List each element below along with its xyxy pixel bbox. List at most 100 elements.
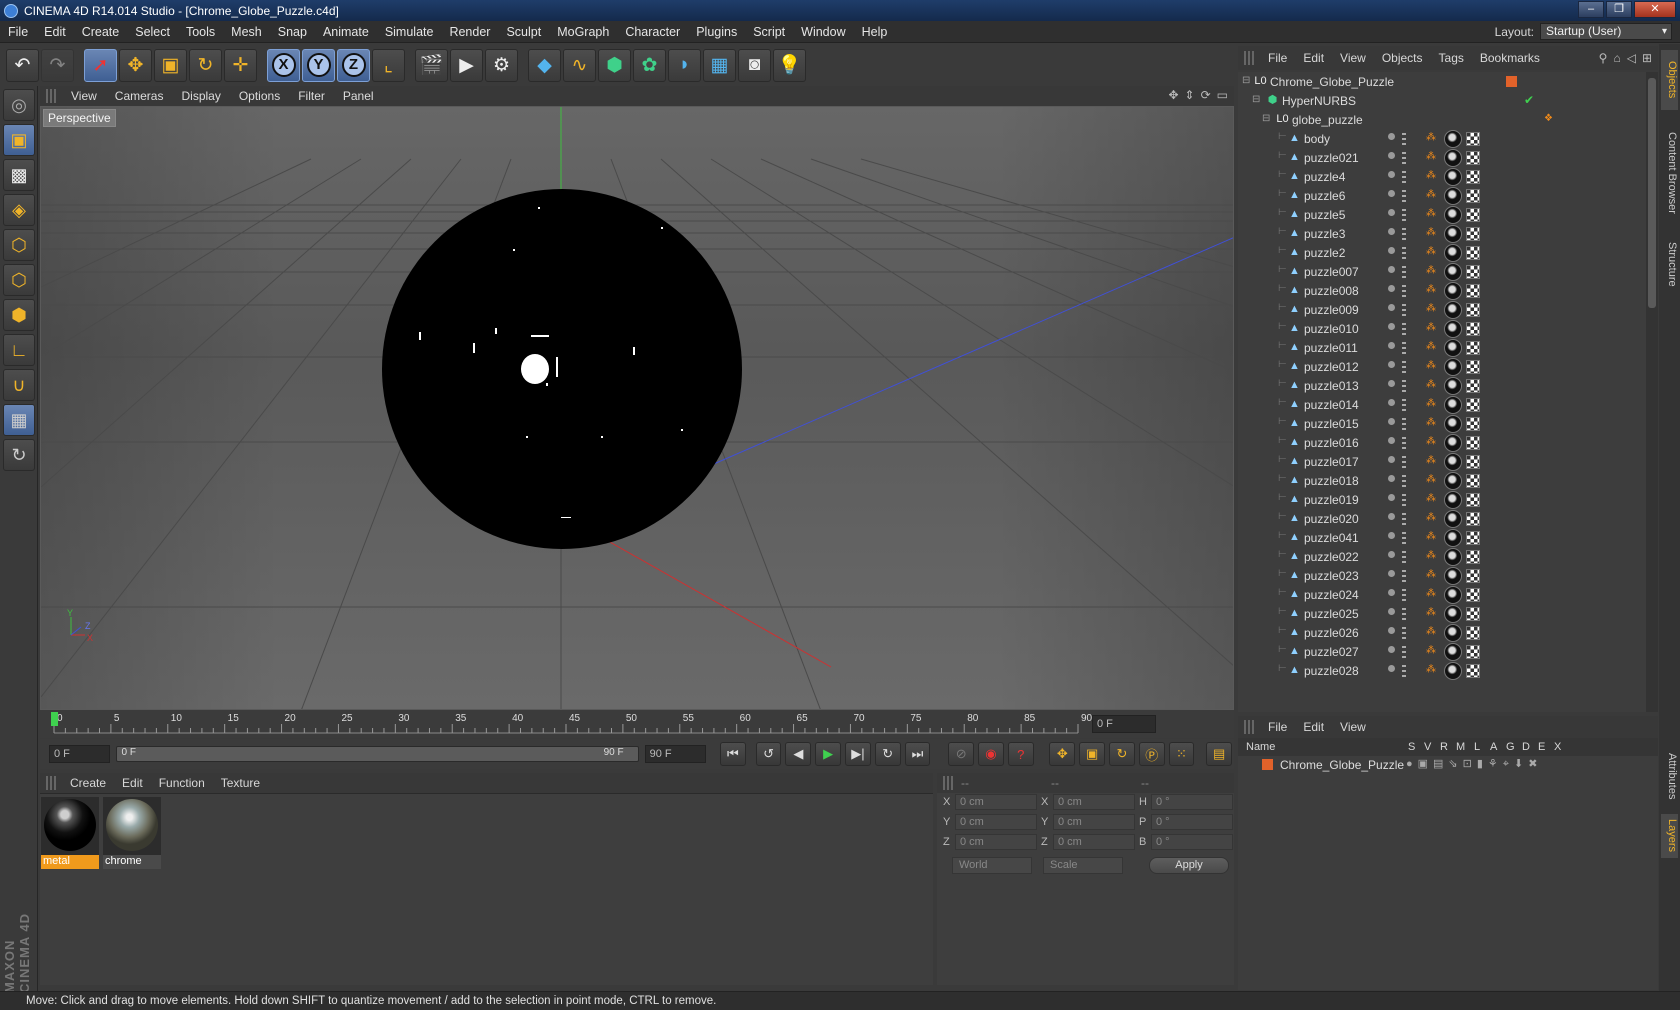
object-row[interactable]: ⊢ ▲ puzzle022 ⁂ [1238, 547, 1646, 567]
close-button[interactable]: ✕ [1634, 1, 1676, 18]
autokey-icon[interactable]: ◉ [978, 742, 1004, 766]
render-view-icon[interactable]: 🎬 [415, 48, 448, 82]
texture-tag-icon[interactable] [1466, 474, 1480, 488]
objects-menu-bookmarks[interactable]: Bookmarks [1472, 51, 1548, 65]
layer-toggle-icons[interactable]: ●▣▤⇘⊡▮⚘⌖⬇✖ [1406, 757, 1542, 771]
visibility-dot-icon[interactable] [1388, 589, 1395, 596]
column-expressions[interactable]: E [1538, 741, 1545, 753]
object-row[interactable]: ⊢ ▲ puzzle019 ⁂ [1238, 490, 1646, 510]
object-row[interactable]: ⊢ ▲ puzzle020 ⁂ [1238, 509, 1646, 529]
texture-tag-icon[interactable] [1466, 569, 1480, 583]
record-rotation-icon[interactable]: ↻ [1109, 742, 1135, 766]
render-dot-icon[interactable] [1402, 418, 1406, 430]
record-scale-icon[interactable]: ▣ [1079, 742, 1106, 766]
visibility-dot-icon[interactable] [1388, 494, 1395, 501]
coordinate-space-dropdown[interactable]: World [952, 857, 1032, 874]
phong-tag-icon[interactable]: ⁂ [1426, 512, 1436, 523]
current-frame-field[interactable]: 0 F [1092, 715, 1156, 733]
frame-range-slider[interactable]: 0 F 90 F [116, 746, 639, 762]
phong-tag-icon[interactable]: ⁂ [1426, 569, 1436, 580]
texture-tag-icon[interactable] [1466, 189, 1480, 203]
object-row[interactable]: ⊢ ▲ puzzle008 ⁂ [1238, 281, 1646, 301]
layer-color-icon[interactable] [1262, 759, 1273, 770]
object-row-globe-puzzle[interactable]: ⊟ L0 globe_puzzle ❖ [1238, 110, 1646, 130]
record-pla-icon[interactable]: ⁙ [1168, 742, 1195, 766]
texture-tag-icon[interactable] [1466, 132, 1480, 146]
menu-plugins[interactable]: Plugins [688, 25, 745, 39]
menu-help[interactable]: Help [854, 25, 896, 39]
visibility-dot-icon[interactable] [1388, 399, 1395, 406]
material-tag-icon[interactable] [1444, 415, 1462, 433]
add-icon[interactable]: ✛ [224, 48, 257, 82]
visibility-dot-icon[interactable] [1388, 361, 1395, 368]
column-deformers[interactable]: D [1522, 741, 1530, 753]
phong-tag-icon[interactable]: ⁂ [1426, 379, 1436, 390]
texture-tag-icon[interactable] [1466, 322, 1480, 336]
phong-tag-icon[interactable]: ⁂ [1426, 132, 1436, 143]
texture-tag-icon[interactable] [1466, 246, 1480, 260]
timeline-window-icon[interactable]: ▤ [1206, 742, 1233, 766]
material-tag-icon[interactable] [1444, 225, 1462, 243]
x-axis-lock-icon[interactable]: X [267, 48, 300, 82]
render-picture-viewer-icon[interactable]: ▶ [450, 48, 483, 82]
perspective-viewport[interactable]: Y Z X Perspective [40, 106, 1234, 710]
phong-tag-icon[interactable]: ⁂ [1426, 151, 1436, 162]
minimize-button[interactable]: – [1578, 1, 1604, 18]
home-icon[interactable]: ⌂ [1613, 51, 1620, 65]
phong-tag-icon[interactable]: ⁂ [1426, 664, 1436, 675]
texture-tag-icon[interactable] [1466, 227, 1480, 241]
model-mode-icon[interactable]: ▣ [3, 124, 35, 156]
texture-tag-icon[interactable] [1466, 455, 1480, 469]
phong-tag-icon[interactable]: ⁂ [1426, 645, 1436, 656]
material-menu-texture[interactable]: Texture [213, 776, 268, 790]
visibility-dot-icon[interactable] [1388, 456, 1395, 463]
object-row[interactable]: ⊢ ▲ puzzle015 ⁂ [1238, 414, 1646, 434]
menu-select[interactable]: Select [127, 25, 178, 39]
texture-tag-icon[interactable] [1466, 664, 1480, 678]
go-to-end-icon[interactable]: ⏭ [904, 742, 931, 766]
render-dot-icon[interactable] [1402, 437, 1406, 449]
material-tag-icon[interactable] [1444, 358, 1462, 376]
material-tag-icon[interactable] [1444, 586, 1462, 604]
rotation-b-field[interactable]: 0 ° [1151, 834, 1233, 850]
phong-tag-icon[interactable]: ⁂ [1426, 474, 1436, 485]
visibility-dot-icon[interactable] [1388, 285, 1395, 292]
previous-key-icon[interactable]: ↺ [755, 742, 782, 766]
column-manager[interactable]: M [1456, 741, 1465, 753]
viewport-menu-filter[interactable]: Filter [289, 89, 334, 103]
go-to-start-icon[interactable]: ⏮ [719, 742, 746, 766]
phong-tag-icon[interactable]: ⁂ [1426, 436, 1436, 447]
rotate-icon[interactable]: ↻ [189, 48, 222, 82]
render-dot-icon[interactable] [1402, 209, 1406, 221]
render-dot-icon[interactable] [1402, 399, 1406, 411]
object-row-root[interactable]: ⊟ L0 Chrome_Globe_Puzzle [1238, 72, 1646, 92]
phong-tag-icon[interactable]: ⁂ [1426, 265, 1436, 276]
texture-tag-icon[interactable] [1466, 170, 1480, 184]
visibility-dot-icon[interactable] [1388, 551, 1395, 558]
object-row[interactable]: ⊢ ▲ puzzle017 ⁂ [1238, 452, 1646, 472]
phong-tag-icon[interactable]: ⁂ [1426, 189, 1436, 200]
tab-structure[interactable]: Structure [1661, 236, 1678, 292]
render-dot-icon[interactable] [1402, 570, 1406, 582]
workplane-lock-icon[interactable]: ▦ [3, 404, 35, 436]
menu-mesh[interactable]: Mesh [223, 25, 270, 39]
play-icon[interactable]: ▶ [815, 742, 842, 766]
record-position-icon[interactable]: ✥ [1049, 742, 1076, 766]
texture-tag-icon[interactable] [1466, 265, 1480, 279]
object-row[interactable]: ⊢ ▲ puzzle009 ⁂ [1238, 300, 1646, 320]
material-tag-icon[interactable] [1444, 377, 1462, 395]
rotation-h-field[interactable]: 0 ° [1151, 794, 1233, 810]
phong-tag-icon[interactable]: ⁂ [1426, 341, 1436, 352]
menu-edit[interactable]: Edit [36, 25, 74, 39]
material-tag-icon[interactable] [1444, 434, 1462, 452]
phong-tag-icon[interactable]: ⁂ [1426, 246, 1436, 257]
y-axis-lock-icon[interactable]: Y [302, 48, 335, 82]
object-row[interactable]: ⊢ ▲ puzzle011 ⁂ [1238, 338, 1646, 358]
material-tag-icon[interactable] [1444, 567, 1462, 585]
object-row[interactable]: ⊢ ▲ puzzle014 ⁂ [1238, 395, 1646, 415]
object-row[interactable]: ⊢ ▲ puzzle028 ⁂ [1238, 661, 1646, 681]
visibility-dot-icon[interactable] [1388, 247, 1395, 254]
texture-tag-icon[interactable] [1466, 379, 1480, 393]
render-dot-icon[interactable] [1402, 247, 1406, 259]
coordinate-system-icon[interactable]: ⌞ [372, 48, 405, 82]
